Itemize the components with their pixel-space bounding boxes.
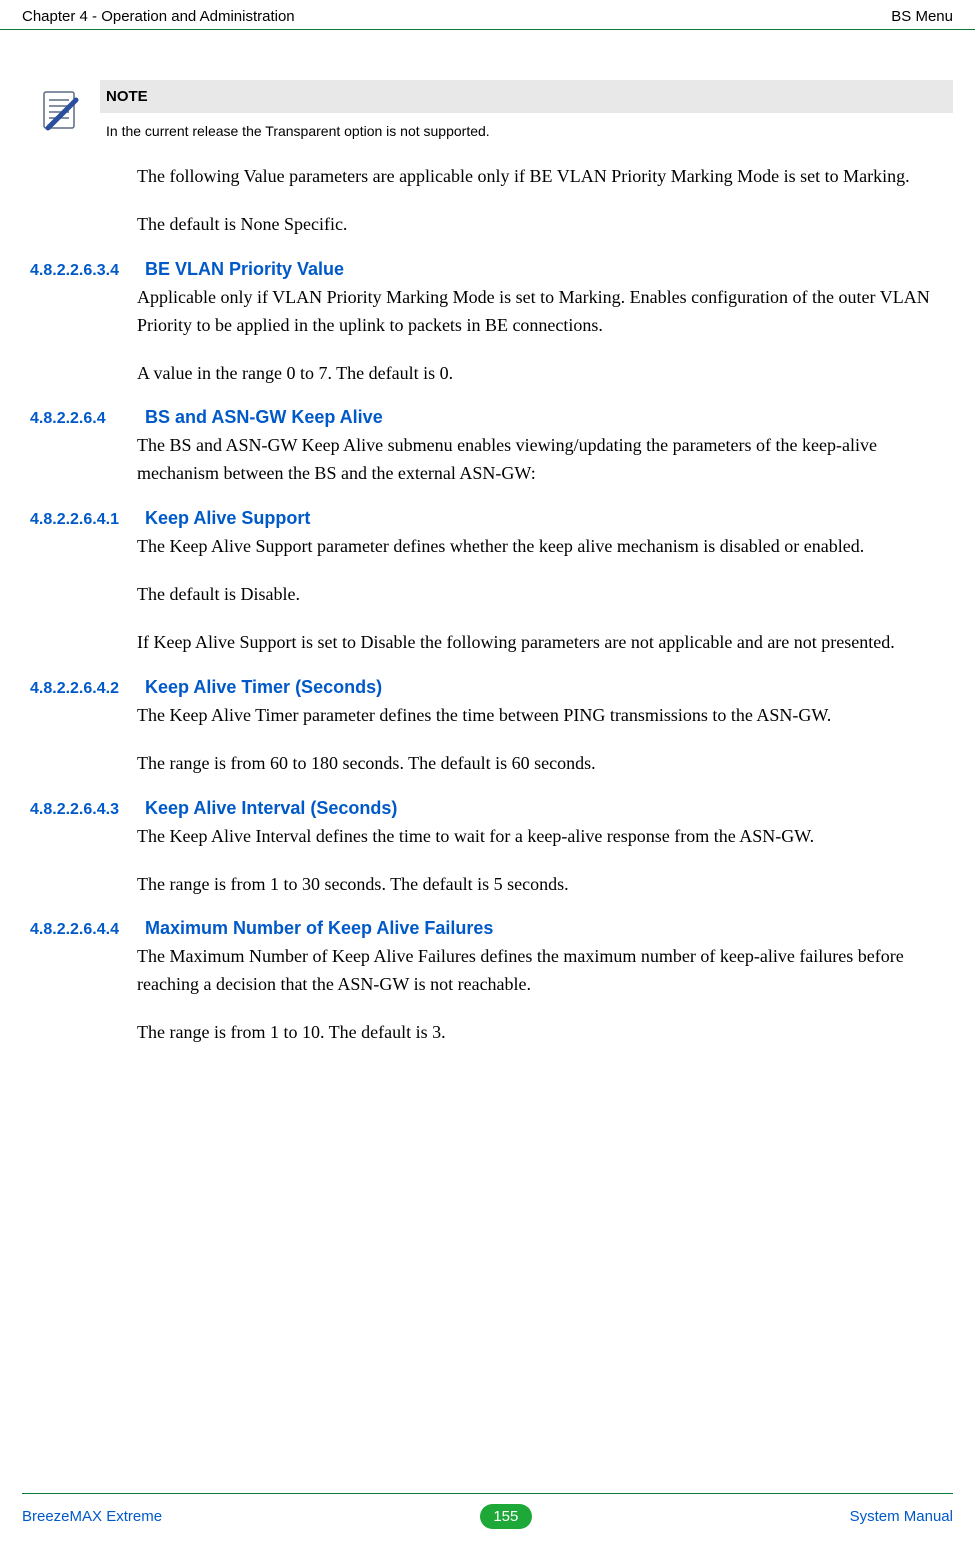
section-body: The Keep Alive Support parameter defines… (137, 533, 943, 657)
section-number: 4.8.2.2.6.4.1 (22, 511, 145, 529)
section-para: A value in the range 0 to 7. The default… (137, 360, 943, 388)
intro-block: The following Value parameters are appli… (137, 163, 943, 239)
section-heading: 4.8.2.2.6.4 BS and ASN-GW Keep Alive (22, 407, 953, 428)
header-chapter: Chapter 4 - Operation and Administration (22, 8, 295, 25)
section-heading: 4.8.2.2.6.4.3 Keep Alive Interval (Secon… (22, 798, 953, 819)
section-para: Applicable only if VLAN Priority Marking… (137, 284, 943, 340)
section-number: 4.8.2.2.6.4.2 (22, 680, 145, 698)
footer-manual: System Manual (850, 1508, 953, 1525)
intro-para-1: The following Value parameters are appli… (137, 163, 943, 191)
section-body: The Keep Alive Timer parameter defines t… (137, 702, 943, 778)
section-body: The Keep Alive Interval defines the time… (137, 823, 943, 899)
section-title: Keep Alive Interval (Seconds) (145, 798, 397, 819)
section-number: 4.8.2.2.6.4.3 (22, 801, 145, 819)
footer-row: BreezeMAX Extreme 155 System Manual (22, 1504, 953, 1529)
section-para: The BS and ASN-GW Keep Alive submenu ena… (137, 432, 943, 488)
note-block: NOTE In the current release the Transpar… (40, 80, 953, 139)
section-title: Keep Alive Timer (Seconds) (145, 677, 382, 698)
section-title: BE VLAN Priority Value (145, 259, 344, 280)
section-title: Keep Alive Support (145, 508, 310, 529)
section-para: If Keep Alive Support is set to Disable … (137, 629, 943, 657)
page-header: Chapter 4 - Operation and Administration… (0, 0, 975, 30)
section-para: The default is Disable. (137, 581, 943, 609)
header-section: BS Menu (891, 8, 953, 25)
footer-product: BreezeMAX Extreme (22, 1508, 162, 1525)
section-para: The Keep Alive Interval defines the time… (137, 823, 943, 851)
footer-rule (22, 1493, 953, 1494)
section-heading: 4.8.2.2.6.4.4 Maximum Number of Keep Ali… (22, 918, 953, 939)
section-para: The range is from 1 to 10. The default i… (137, 1019, 943, 1047)
page-content: NOTE In the current release the Transpar… (0, 80, 975, 1047)
note-label: NOTE (100, 80, 953, 113)
section-para: The range is from 1 to 30 seconds. The d… (137, 871, 943, 899)
section-body: Applicable only if VLAN Priority Marking… (137, 284, 943, 388)
section-number: 4.8.2.2.6.3.4 (22, 262, 145, 280)
note-text-wrap: NOTE In the current release the Transpar… (100, 80, 953, 139)
section-title: Maximum Number of Keep Alive Failures (145, 918, 493, 939)
section-body: The Maximum Number of Keep Alive Failure… (137, 943, 943, 1047)
section-body: The BS and ASN-GW Keep Alive submenu ena… (137, 432, 943, 488)
section-heading: 4.8.2.2.6.3.4 BE VLAN Priority Value (22, 259, 953, 280)
page-number-badge: 155 (480, 1504, 532, 1529)
note-body: In the current release the Transparent o… (100, 113, 953, 139)
intro-para-2: The default is None Specific. (137, 211, 943, 239)
section-para: The Maximum Number of Keep Alive Failure… (137, 943, 943, 999)
section-para: The range is from 60 to 180 seconds. The… (137, 750, 943, 778)
page-footer: BreezeMAX Extreme 155 System Manual (0, 1493, 975, 1545)
section-para: The Keep Alive Support parameter defines… (137, 533, 943, 561)
section-heading: 4.8.2.2.6.4.1 Keep Alive Support (22, 508, 953, 529)
section-heading: 4.8.2.2.6.4.2 Keep Alive Timer (Seconds) (22, 677, 953, 698)
section-number: 4.8.2.2.6.4.4 (22, 921, 145, 939)
note-icon (40, 80, 100, 132)
section-title: BS and ASN-GW Keep Alive (145, 407, 383, 428)
section-number: 4.8.2.2.6.4 (22, 410, 145, 428)
section-para: The Keep Alive Timer parameter defines t… (137, 702, 943, 730)
